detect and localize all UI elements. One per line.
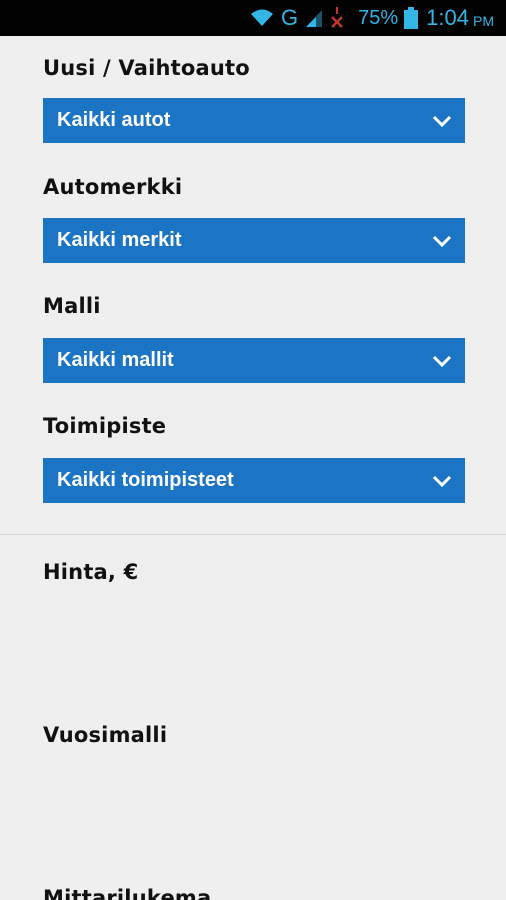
signal-icon (304, 8, 324, 28)
new-used-label: Uusi / Vaihtoauto (43, 56, 250, 80)
model-select[interactable]: Kaikki mallit (43, 338, 465, 383)
model-select-value: Kaikki mallit (57, 349, 174, 371)
search-filters-form: Uusi / Vaihtoauto Kaikki autot Automerkk… (0, 36, 506, 900)
year-label: Vuosimalli (43, 723, 168, 747)
status-bar: G 75% 1:04 PM (0, 0, 506, 36)
clock-time: 1:04 (426, 5, 469, 30)
wifi-icon (249, 8, 275, 28)
section-divider (0, 534, 506, 535)
location-label: Toimipiste (43, 414, 167, 438)
brand-select[interactable]: Kaikki merkit (43, 218, 465, 263)
brand-select-value: Kaikki merkit (57, 229, 182, 251)
price-label: Hinta, € (43, 560, 139, 584)
new-used-select[interactable]: Kaikki autot (43, 98, 465, 143)
chevron-down-icon (431, 230, 453, 252)
brand-label: Automerkki (43, 175, 183, 199)
no-sim-icon (330, 6, 344, 30)
model-label: Malli (43, 294, 101, 318)
battery-icon (404, 7, 419, 29)
mileage-label: Mittarilukema (43, 886, 212, 900)
chevron-down-icon (431, 110, 453, 132)
chevron-down-icon (431, 350, 453, 372)
clock-ampm: PM (473, 13, 494, 29)
location-select[interactable]: Kaikki toimipisteet (43, 458, 465, 503)
location-select-value: Kaikki toimipisteet (57, 469, 234, 491)
chevron-down-icon (431, 470, 453, 492)
network-type: G (281, 5, 299, 30)
battery-percent: 75% (358, 6, 399, 29)
new-used-select-value: Kaikki autot (57, 109, 171, 131)
